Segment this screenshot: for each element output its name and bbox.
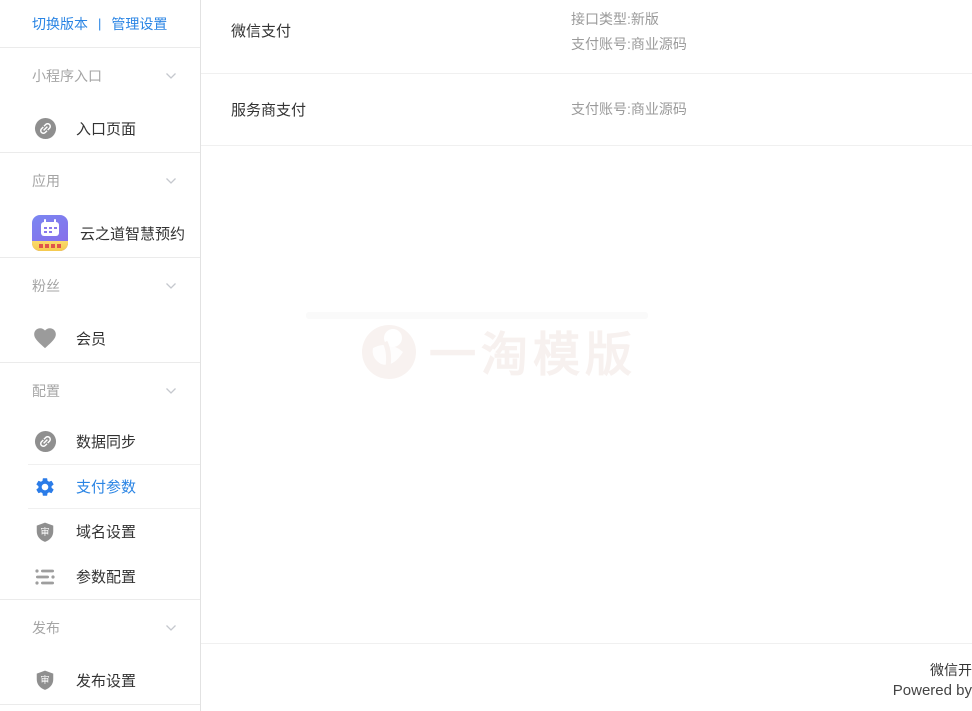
sidebar-item-label: 支付参数 bbox=[76, 476, 136, 497]
app-icon bbox=[32, 215, 68, 251]
main-content: 微信支付 接口类型:新版 支付账号:商业源码 服务商支付 支付账号:商业源码 一… bbox=[201, 0, 972, 711]
group-label: 配置 bbox=[32, 381, 60, 401]
shield-icon: 审 bbox=[32, 519, 58, 545]
sidebar-item-publish-settings[interactable]: 审 发布设置 bbox=[0, 656, 200, 704]
link-icon bbox=[32, 115, 58, 141]
chevron-down-icon bbox=[164, 384, 178, 398]
sidebar-item-label: 入口页面 bbox=[76, 118, 136, 139]
manage-settings-link[interactable]: 管理设置 bbox=[111, 14, 167, 34]
sidebar-item-payment-params[interactable]: 支付参数 bbox=[28, 464, 200, 509]
sidebar-item-label: 数据同步 bbox=[76, 431, 136, 452]
pay-row-details: 支付账号:商业源码 bbox=[571, 97, 687, 122]
footer: 微信开 Powered by bbox=[201, 643, 972, 711]
link-icon bbox=[32, 429, 58, 455]
shield-icon: 审 bbox=[32, 667, 58, 693]
switch-version-link[interactable]: 切换版本 bbox=[32, 14, 88, 34]
detail-pay-account: 支付账号:商业源码 bbox=[571, 97, 687, 122]
chevron-down-icon bbox=[164, 621, 178, 635]
link-separator: | bbox=[98, 16, 101, 31]
group-header-fans[interactable]: 粉丝 bbox=[0, 258, 200, 314]
sidebar-item-label: 发布设置 bbox=[76, 670, 136, 691]
group-header-miniprogram-entry[interactable]: 小程序入口 bbox=[0, 48, 200, 104]
heart-icon bbox=[32, 325, 58, 351]
watermark-band bbox=[306, 312, 648, 319]
sidebar-group-miniprogram-entry: 小程序入口 入口页面 bbox=[0, 48, 200, 153]
group-label: 小程序入口 bbox=[32, 66, 102, 86]
sidebar-group-fans: 粉丝 会员 bbox=[0, 258, 200, 363]
sidebar-item-label: 会员 bbox=[76, 328, 106, 349]
sidebar-item-app-yunzhidao[interactable]: 云之道智慧预约 bbox=[0, 209, 200, 257]
group-label: 应用 bbox=[32, 171, 60, 191]
chevron-down-icon bbox=[164, 174, 178, 188]
group-header-config[interactable]: 配置 bbox=[0, 363, 200, 419]
detail-interface-type: 接口类型:新版 bbox=[571, 7, 687, 32]
watermark: 一淘模版 bbox=[359, 316, 637, 385]
list-icon bbox=[32, 564, 58, 590]
chevron-down-icon bbox=[164, 69, 178, 83]
sidebar-item-members[interactable]: 会员 bbox=[0, 314, 200, 362]
detail-pay-account: 支付账号:商业源码 bbox=[571, 32, 687, 57]
sidebar-top-links: 切换版本 | 管理设置 bbox=[0, 0, 200, 48]
watermark-logo-icon bbox=[359, 320, 419, 382]
group-header-app[interactable]: 应用 bbox=[0, 153, 200, 209]
group-label: 粉丝 bbox=[32, 276, 60, 296]
sidebar-item-domain-settings[interactable]: 审 域名设置 bbox=[0, 509, 200, 554]
sidebar-item-label: 参数配置 bbox=[76, 566, 136, 587]
chevron-down-icon bbox=[164, 279, 178, 293]
gear-icon bbox=[32, 474, 58, 500]
sidebar-item-entry-page[interactable]: 入口页面 bbox=[0, 104, 200, 152]
pay-row-details: 接口类型:新版 支付账号:商业源码 bbox=[571, 0, 687, 57]
footer-line1: 微信开 bbox=[930, 660, 972, 680]
sidebar-group-config: 配置 数据同步 支付参数 审 域名设置 参数配置 bbox=[0, 363, 200, 600]
group-label: 发布 bbox=[32, 618, 60, 638]
svg-text:审: 审 bbox=[40, 526, 49, 537]
watermark-text: 一淘模版 bbox=[429, 316, 637, 385]
pay-row-title: 微信支付 bbox=[231, 0, 571, 41]
sidebar-item-param-config[interactable]: 参数配置 bbox=[0, 554, 200, 599]
sidebar-group-publish: 发布 审 发布设置 bbox=[0, 600, 200, 705]
sidebar: 切换版本 | 管理设置 小程序入口 入口页面 应用 云之道智慧预约 bbox=[0, 0, 201, 711]
pay-row-wechat[interactable]: 微信支付 接口类型:新版 支付账号:商业源码 bbox=[201, 0, 972, 74]
group-header-publish[interactable]: 发布 bbox=[0, 600, 200, 656]
pay-row-title: 服务商支付 bbox=[231, 99, 571, 120]
pay-row-service-provider[interactable]: 服务商支付 支付账号:商业源码 bbox=[201, 74, 972, 146]
footer-line2: Powered by bbox=[893, 682, 972, 699]
sidebar-item-data-sync[interactable]: 数据同步 bbox=[0, 419, 200, 464]
sidebar-item-label: 云之道智慧预约 bbox=[80, 223, 185, 244]
sidebar-group-app: 应用 云之道智慧预约 bbox=[0, 153, 200, 258]
svg-text:审: 审 bbox=[40, 674, 49, 685]
sidebar-item-label: 域名设置 bbox=[76, 521, 136, 542]
